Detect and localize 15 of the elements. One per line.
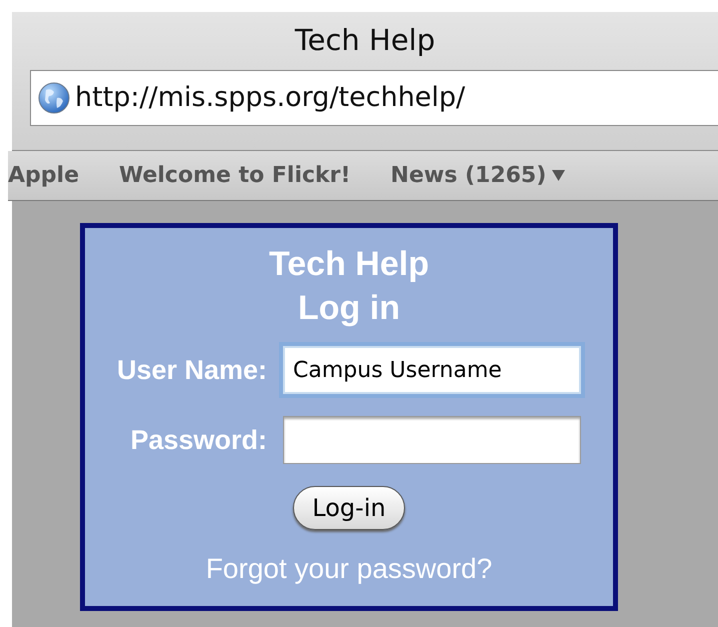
url-text: http://mis.spps.org/techhelp/	[75, 80, 466, 115]
address-field[interactable]: http://mis.spps.org/techhelp/	[30, 70, 718, 126]
input-field[interactable]: Campus Username	[283, 346, 582, 394]
panel-title: Tech Help	[269, 244, 429, 285]
panel-subtitle: Log in	[298, 288, 400, 329]
dropdown-arrow-icon	[552, 170, 566, 181]
window-title: Tech Help	[294, 22, 436, 60]
bookmark-item[interactable]: Welcome to Flickr!	[118, 159, 351, 192]
globe-icon	[37, 81, 71, 115]
login-button[interactable]: Log-in	[293, 486, 405, 530]
input-field[interactable]	[283, 416, 582, 464]
field-label: User Name:	[116, 354, 268, 387]
bookmark-item[interactable]: Apple	[8, 159, 79, 192]
bookmark-item[interactable]: News (1265)	[390, 159, 566, 192]
field-label: Password:	[129, 424, 268, 457]
